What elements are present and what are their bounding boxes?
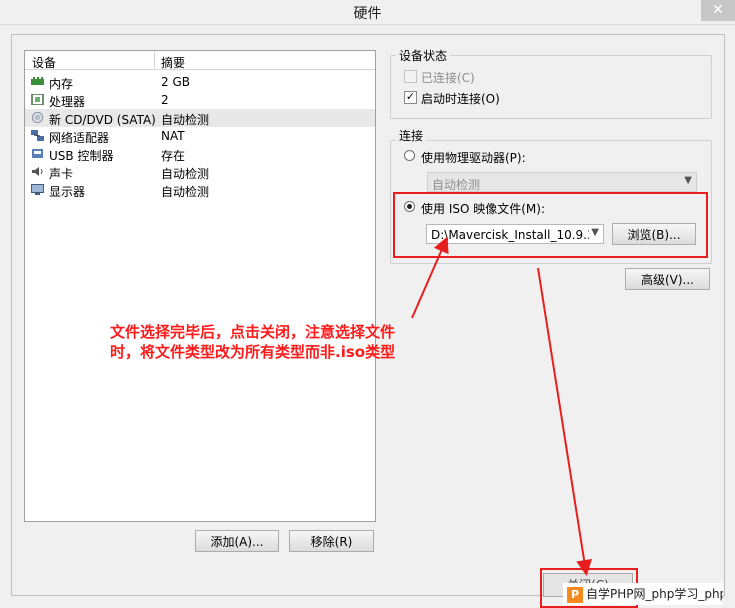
watermark-text: 自学PHP网_php学习_php教程: [586, 587, 723, 601]
arrow-to-iso: [411, 236, 449, 319]
annotation-arrows: [411, 236, 593, 576]
annotation-line-1: 文件选择完毕后，点击关闭，注意选择文件: [110, 323, 396, 341]
watermark: P自学PHP网_php学习_php教程: [563, 583, 723, 605]
annotation-line-2: 时，将文件类型改为所有类型而非.iso类型: [110, 343, 396, 361]
php-logo-icon: P: [567, 586, 583, 603]
arrow-to-close: [537, 267, 593, 576]
annotation-text: 文件选择完毕后，点击关闭，注意选择文件 时，将文件类型改为所有类型而非.iso类…: [110, 322, 430, 362]
